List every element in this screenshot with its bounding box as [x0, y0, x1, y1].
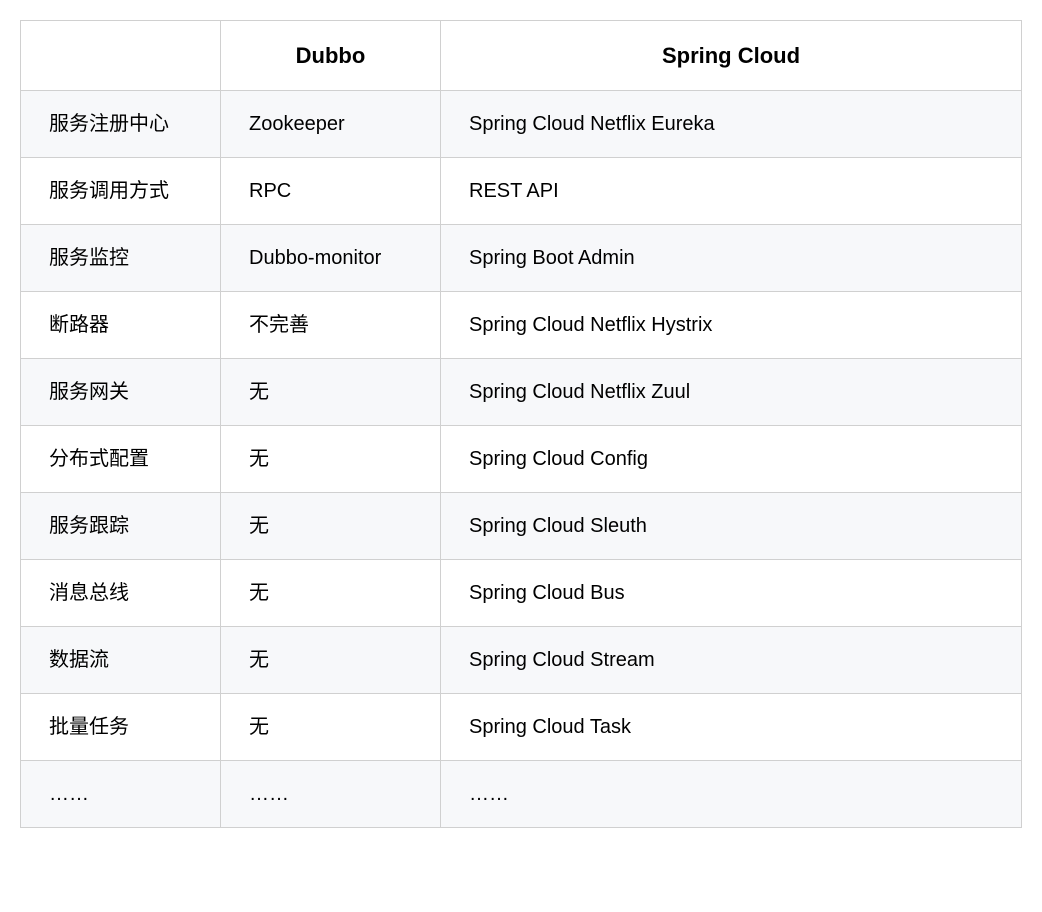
comparison-table-container: Dubbo Spring Cloud 服务注册中心ZookeeperSpring…: [20, 20, 1022, 828]
cell-feature: 断路器: [21, 292, 221, 359]
cell-dubbo: Dubbo-monitor: [221, 225, 441, 292]
cell-feature: 服务跟踪: [21, 493, 221, 560]
table-row: 批量任务无Spring Cloud Task: [21, 694, 1022, 761]
comparison-table: Dubbo Spring Cloud 服务注册中心ZookeeperSpring…: [20, 20, 1022, 828]
header-dubbo: Dubbo: [221, 21, 441, 91]
table-row: 分布式配置无Spring Cloud Config: [21, 426, 1022, 493]
cell-feature: 服务监控: [21, 225, 221, 292]
cell-springcloud: Spring Cloud Netflix Eureka: [441, 91, 1022, 158]
cell-feature: 服务网关: [21, 359, 221, 426]
cell-dubbo: 不完善: [221, 292, 441, 359]
table-row: 断路器不完善Spring Cloud Netflix Hystrix: [21, 292, 1022, 359]
cell-feature: 服务调用方式: [21, 158, 221, 225]
table-row: 服务调用方式RPCREST API: [21, 158, 1022, 225]
cell-springcloud: Spring Cloud Stream: [441, 627, 1022, 694]
cell-dubbo: ……: [221, 761, 441, 828]
header-springcloud: Spring Cloud: [441, 21, 1022, 91]
cell-springcloud: Spring Cloud Sleuth: [441, 493, 1022, 560]
cell-dubbo: 无: [221, 694, 441, 761]
cell-springcloud: Spring Cloud Netflix Hystrix: [441, 292, 1022, 359]
cell-dubbo: RPC: [221, 158, 441, 225]
cell-dubbo: 无: [221, 627, 441, 694]
cell-dubbo: 无: [221, 560, 441, 627]
cell-feature: 分布式配置: [21, 426, 221, 493]
cell-dubbo: Zookeeper: [221, 91, 441, 158]
table-row: 数据流无Spring Cloud Stream: [21, 627, 1022, 694]
cell-springcloud: Spring Cloud Task: [441, 694, 1022, 761]
cell-springcloud: REST API: [441, 158, 1022, 225]
cell-feature: ……: [21, 761, 221, 828]
cell-springcloud: Spring Cloud Bus: [441, 560, 1022, 627]
cell-feature: 批量任务: [21, 694, 221, 761]
table-row: 服务跟踪无Spring Cloud Sleuth: [21, 493, 1022, 560]
cell-springcloud: Spring Boot Admin: [441, 225, 1022, 292]
table-row: 服务网关无Spring Cloud Netflix Zuul: [21, 359, 1022, 426]
cell-dubbo: 无: [221, 426, 441, 493]
table-header-row: Dubbo Spring Cloud: [21, 21, 1022, 91]
header-feature: [21, 21, 221, 91]
cell-feature: 数据流: [21, 627, 221, 694]
cell-springcloud: Spring Cloud Netflix Zuul: [441, 359, 1022, 426]
cell-dubbo: 无: [221, 493, 441, 560]
table-row: 服务监控Dubbo-monitorSpring Boot Admin: [21, 225, 1022, 292]
cell-dubbo: 无: [221, 359, 441, 426]
table-row: ………………: [21, 761, 1022, 828]
cell-springcloud: Spring Cloud Config: [441, 426, 1022, 493]
cell-feature: 消息总线: [21, 560, 221, 627]
table-row: 服务注册中心ZookeeperSpring Cloud Netflix Eure…: [21, 91, 1022, 158]
table-row: 消息总线无Spring Cloud Bus: [21, 560, 1022, 627]
cell-feature: 服务注册中心: [21, 91, 221, 158]
cell-springcloud: ……: [441, 761, 1022, 828]
